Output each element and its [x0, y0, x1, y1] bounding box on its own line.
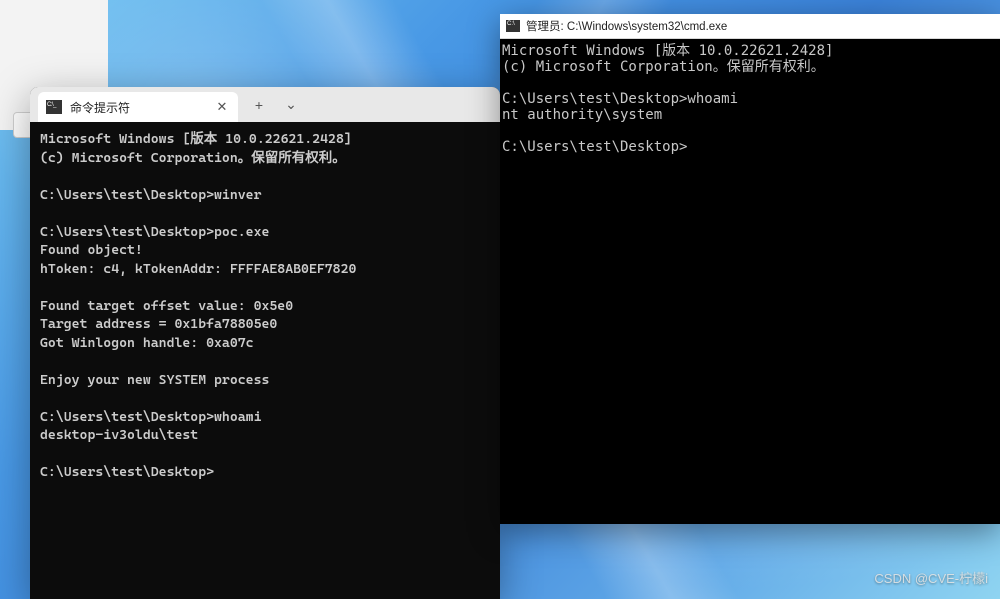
cmd-output[interactable]: Microsoft Windows [版本 10.0.22621.2428] (…: [500, 39, 1000, 524]
tab-strip: 命令提示符 ✕ + ⌄: [30, 87, 500, 122]
windows-terminal-window[interactable]: 命令提示符 ✕ + ⌄ Microsoft Windows [版本 10.0.2…: [30, 87, 500, 599]
tab-title: 命令提示符: [70, 99, 206, 116]
terminal-output[interactable]: Microsoft Windows [版本 10.0.22621.2428] (…: [30, 122, 500, 599]
tab-dropdown-button[interactable]: ⌄: [276, 91, 306, 119]
tab-cmd[interactable]: 命令提示符 ✕: [38, 92, 238, 122]
tab-close-button[interactable]: ✕: [214, 99, 230, 115]
cmd-icon: [46, 100, 62, 114]
tab-controls: + ⌄: [238, 87, 312, 122]
new-tab-button[interactable]: +: [244, 91, 274, 119]
admin-cmd-window[interactable]: 管理员: C:\Windows\system32\cmd.exe Microso…: [500, 14, 1000, 524]
watermark: CSDN @CVE-柠檬i: [874, 568, 988, 587]
cmd-icon: [506, 20, 520, 32]
cmd-window-title: 管理员: C:\Windows\system32\cmd.exe: [526, 18, 727, 34]
cmd-titlebar[interactable]: 管理员: C:\Windows\system32\cmd.exe: [500, 14, 1000, 39]
